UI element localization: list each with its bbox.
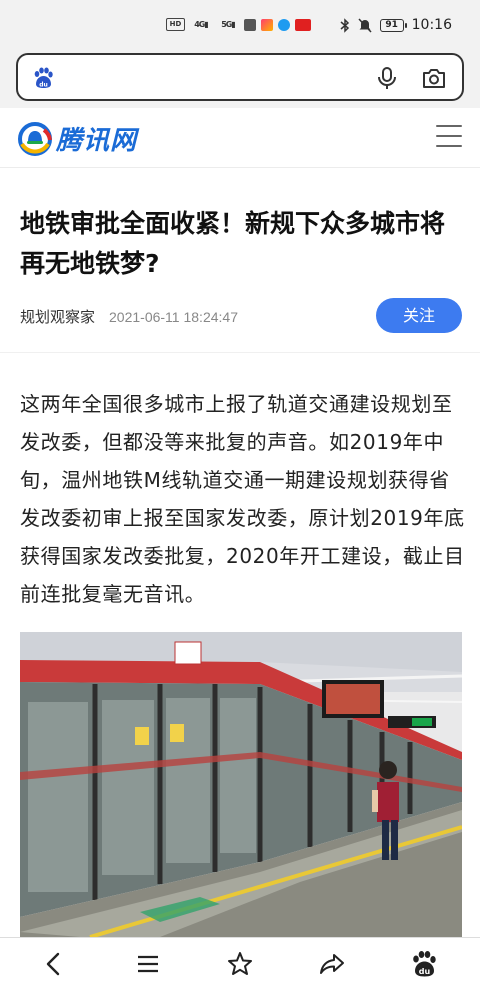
hd-indicator: HD <box>166 18 185 31</box>
site-logo[interactable]: 腾讯网 <box>18 120 137 157</box>
svg-text:du: du <box>39 82 48 89</box>
signal-5g-label: 5G <box>221 20 232 29</box>
signal-4g-label: 4G <box>194 20 205 29</box>
bluetooth-icon <box>340 17 349 33</box>
status-icons-left: HD 4G▮ 5G▮ <box>166 18 311 31</box>
subway-platform-illustration <box>20 632 462 937</box>
tencent-logo-icon <box>18 121 52 156</box>
share-icon[interactable] <box>318 950 346 978</box>
baidu-paw-icon[interactable]: du <box>32 67 54 89</box>
signal-5g-icon: 5G▮ <box>221 20 236 29</box>
divider <box>0 352 480 353</box>
menu-icon[interactable] <box>134 950 162 978</box>
video-app-icon <box>261 18 273 31</box>
menu-line <box>436 125 462 127</box>
article-title: 地铁审批全面收紧！新规下众多城市将再无地铁梦? <box>20 209 446 278</box>
site-name: 腾讯网 <box>56 126 138 156</box>
microphone-icon[interactable] <box>376 66 398 90</box>
site-header: 腾讯网 <box>0 108 480 168</box>
menu-line <box>436 145 462 147</box>
search-input[interactable]: du <box>16 53 464 101</box>
news-app-icon <box>295 18 311 31</box>
status-icons-right: 91 10:16 <box>340 17 452 33</box>
article-photo[interactable] <box>20 632 462 937</box>
status-bar: HD 4G▮ 5G▮ 91 10:16 <box>0 0 480 48</box>
svg-text:du: du <box>419 967 431 976</box>
article-meta: 规划观察家 2021-06-11 18:24:47 <box>20 306 238 327</box>
mute-bell-icon <box>358 17 372 33</box>
search-area: du <box>0 48 480 108</box>
clock: 10:16 <box>411 17 452 33</box>
author-name[interactable]: 规划观察家 <box>20 306 95 327</box>
baidu-home-icon[interactable]: du <box>410 950 438 978</box>
article-body: 这两年全国很多城市上报了轨道交通建设规划至发改委，但都没等来批复的声音。如201… <box>20 392 465 606</box>
menu-line <box>436 135 462 137</box>
star-icon[interactable] <box>226 950 254 978</box>
bottom-navigation: du <box>0 937 480 990</box>
messenger-app-icon <box>278 18 290 31</box>
follow-button[interactable]: 关注 <box>376 298 462 333</box>
notification-app-icon <box>244 18 256 31</box>
publish-date: 2021-06-11 18:24:47 <box>109 308 238 325</box>
battery-indicator: 91 <box>379 18 407 32</box>
back-icon[interactable] <box>40 950 68 978</box>
signal-4g-icon: 4G▮ <box>194 20 209 29</box>
camera-icon[interactable] <box>422 67 446 89</box>
menu-icon[interactable] <box>436 125 462 147</box>
